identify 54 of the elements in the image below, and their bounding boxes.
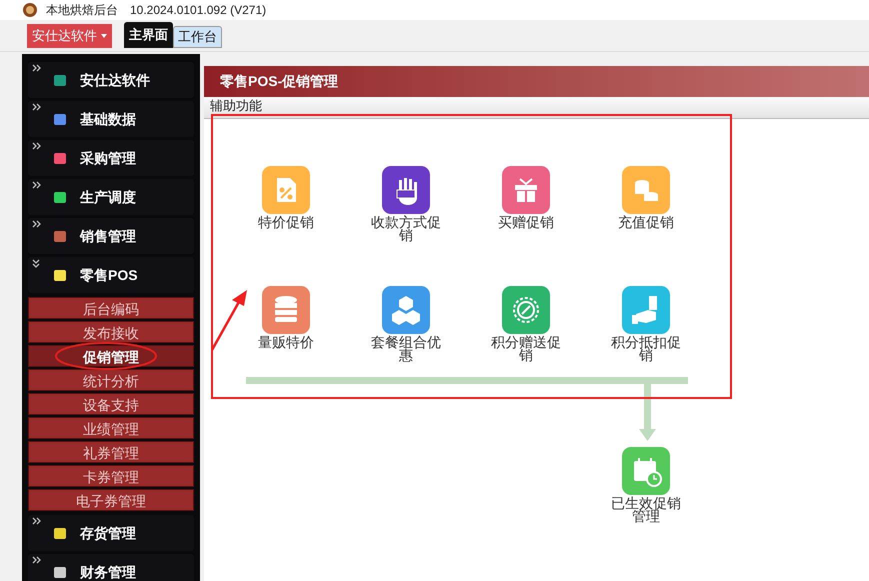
version-text: 10.2024.0101.092 (V271): [130, 2, 266, 19]
node-label[interactable]: 买赠促销: [490, 216, 562, 229]
node-label[interactable]: 套餐组合优惠: [370, 336, 442, 362]
sidebar-group[interactable]: 安仕达软件: [28, 62, 194, 98]
group-label: 生产调度: [80, 188, 136, 206]
tab[interactable]: 工作台: [173, 26, 222, 48]
node-label[interactable]: 量贩特价: [250, 336, 322, 349]
caret-icon: [101, 34, 107, 38]
node-label[interactable]: 充值促销: [610, 216, 682, 229]
group-label: 销售管理: [80, 226, 136, 246]
group-label: 采购管理: [80, 148, 136, 168]
node-label[interactable]: 已生效促销管理: [610, 497, 682, 523]
promotion-icon[interactable]: [502, 166, 550, 214]
section-header: 辅助功能: [204, 97, 869, 119]
panel-header: 零售POS-促销管理: [204, 66, 869, 97]
group-label: 存货管理: [80, 524, 136, 543]
promotion-icon[interactable]: [382, 286, 430, 334]
tab[interactable]: 主界面: [124, 22, 173, 48]
chevron-icon: [32, 220, 41, 229]
node-label[interactable]: 积分赠送促销: [490, 336, 562, 362]
submenu-item[interactable]: 发布接收: [28, 321, 194, 343]
chevron-icon: [32, 556, 41, 565]
window-title: 本地烘焙后台: [46, 2, 118, 19]
chevron-icon: [32, 259, 41, 268]
submenu-item[interactable]: 业绩管理: [28, 417, 194, 439]
submenu-item[interactable]: 电子券管理: [28, 489, 194, 511]
sidebar-group[interactable]: 销售管理: [28, 218, 194, 254]
annotation-arrow: [210, 290, 250, 352]
submenu-item[interactable]: 礼券管理: [28, 441, 194, 463]
group-label: 基础数据: [80, 110, 136, 128]
chevron-icon: [32, 103, 41, 112]
sidebar-group[interactable]: 零售POS: [28, 257, 194, 293]
node-label[interactable]: 收款方式促销: [370, 216, 442, 242]
chevron-icon: [32, 142, 41, 151]
group-label: 财务管理: [80, 562, 136, 581]
sidebar-group[interactable]: 财务管理: [28, 554, 194, 581]
node-label[interactable]: 积分抵扣促销: [610, 336, 682, 362]
chevron-icon: [32, 517, 41, 526]
submenu-item[interactable]: 后台编码: [28, 297, 194, 319]
submenu-item[interactable]: 促销管理: [28, 345, 194, 367]
submenu-item[interactable]: 设备支持: [28, 393, 194, 415]
group-label: 安仕达软件: [80, 70, 150, 90]
node-label[interactable]: 特价促销: [250, 216, 322, 229]
chevron-icon: [32, 64, 41, 73]
group-label: 零售POS: [80, 266, 138, 284]
submenu-item[interactable]: 卡券管理: [28, 465, 194, 487]
sidebar-group[interactable]: 基础数据: [28, 101, 194, 137]
promotion-icon[interactable]: [382, 166, 430, 214]
chevron-icon: [32, 181, 41, 190]
sidebar-group[interactable]: 生产调度: [28, 179, 194, 215]
submenu-item[interactable]: 统计分析: [28, 369, 194, 391]
sidebar-group[interactable]: 采购管理: [28, 140, 194, 176]
menu-button[interactable]: 安仕达软件: [27, 24, 112, 48]
sidebar-group[interactable]: 存货管理: [28, 515, 194, 551]
